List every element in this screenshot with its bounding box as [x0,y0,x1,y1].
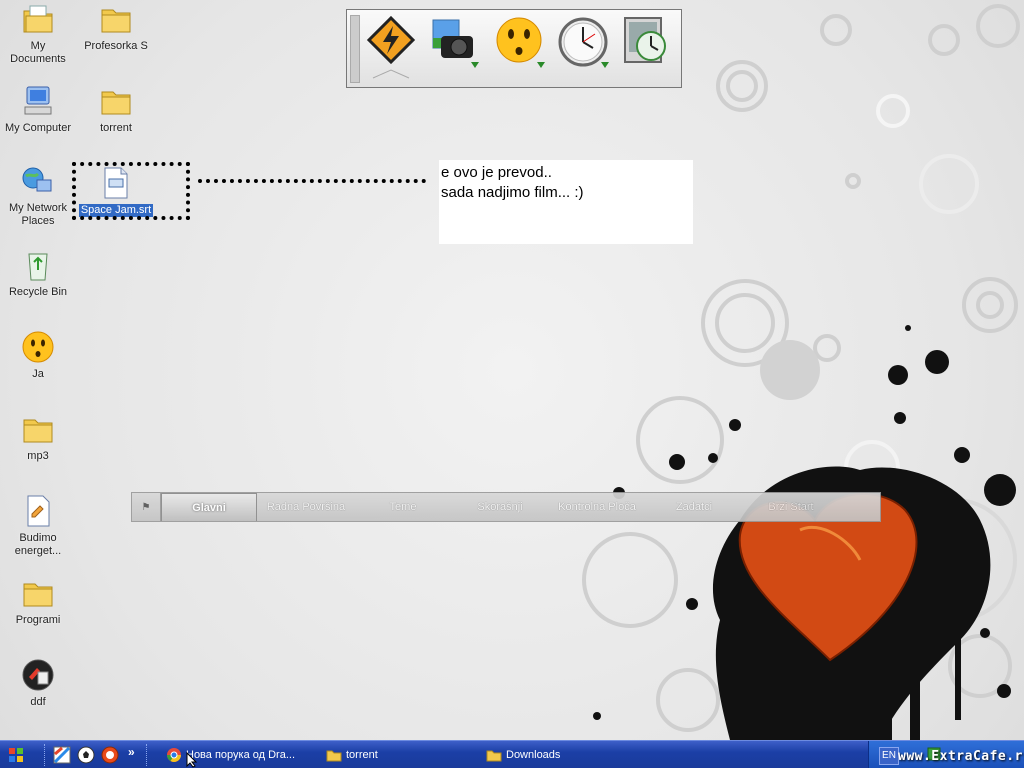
annotation-dotted-line [198,179,426,183]
desktop-icon-label: Profesorka S [84,40,148,52]
desktop-icon-recycle-bin[interactable]: Recycle Bin [0,248,76,299]
smiley-icon [22,331,54,363]
desktop-icon-label: Ja [32,368,44,380]
desktop-icon-label: Recycle Bin [8,286,68,298]
taskbar: » Нова порука од Dra... torrent Download… [0,740,1024,768]
task-button-torrent[interactable]: torrent [326,744,476,766]
desktop-icon-budimo-energet[interactable]: Budimo energet... [0,494,76,558]
tab-skorasnji[interactable]: Skorašnji [452,493,548,521]
camera-icon [432,19,479,68]
recycle-bin-icon [28,253,48,281]
language-indicator[interactable]: EN [879,747,899,765]
desktop-icon-label: Programi [15,614,61,626]
chrome-icon [167,748,181,762]
quicklaunch-chevron[interactable]: » [128,745,135,759]
desktop-icon-torrent[interactable]: torrent [78,84,154,135]
folder-icon [486,750,502,762]
smiley-icon [496,17,545,68]
annotation-dotted-box [72,162,190,220]
picasa-icon[interactable] [53,746,71,764]
tab-teme[interactable]: Teme [355,493,451,521]
desktop-icon-my-computer[interactable]: My Computer [0,84,76,135]
taskbar-separator [146,744,149,766]
desktop-icon-mp3[interactable]: mp3 [0,412,76,463]
note-line-1: e ovo je prevod.. [441,164,552,181]
dock-item-clock[interactable] [555,14,611,84]
desktop-icon-network-places[interactable]: My Network Places [0,164,76,228]
desktop-icon-label: My Network Places [8,202,68,227]
dock-item-winamp[interactable] [363,14,419,84]
folder-icon [23,583,53,607]
desktop-icon-label: mp3 [27,450,49,462]
folder-icon [23,419,53,443]
tab-zadatci[interactable]: Zadatci [646,493,742,521]
folder-icon [326,750,342,762]
task-label: Нова порука од Dra... [186,749,295,761]
folder-icon [101,91,131,115]
desktop-icon-label: torrent [100,122,132,134]
start-button-windows-icon[interactable] [8,747,24,763]
task-button-downloads[interactable]: Downloads [486,744,636,766]
desktop-icon-label: ddf [30,696,46,708]
program-icon [22,659,54,691]
winamp-icon [366,15,416,79]
tab-glavni[interactable]: Glavni [161,493,257,521]
browser-icon[interactable] [101,746,119,764]
network-places-icon [22,167,52,192]
tab-radna-povrsina[interactable]: Radna Površina [258,493,354,521]
dock-item-monitor-clock[interactable] [619,14,675,84]
tabbar-flag-icon[interactable]: ⚑ [132,493,161,521]
desktop-icon-ddf[interactable]: ddf [0,658,76,709]
task-label: Downloads [506,749,561,761]
clock-icon [558,17,609,68]
dock-item-camera[interactable] [427,14,483,84]
dock-handle[interactable] [350,15,360,83]
desktop-icon-label: Budimo energet... [14,532,62,557]
monitor-clock-icon [624,17,666,63]
desktop-icon-label: My Documents [10,40,66,65]
annotation-note: e ovo je prevod.. sada nadjimo film... :… [439,160,693,244]
my-documents-icon [23,5,53,33]
mouse-cursor-icon [186,752,198,768]
watermark-text: www.ExtraCafe.rs [898,749,1024,764]
document-icon [27,495,50,527]
desktop-icon-profesorka[interactable]: Profesorka S [78,2,154,53]
my-computer-icon [24,86,52,115]
desktop-icon-programi[interactable]: Programi [0,576,76,627]
folder-icon [101,9,131,33]
football-icon[interactable] [77,746,95,764]
task-label: torrent [346,749,378,761]
desktop-icon-ja[interactable]: Ja [0,330,76,381]
desktop-icon-label: My Computer [4,122,72,134]
dock-launcher [346,9,682,88]
desktop-icon-my-documents[interactable]: My Documents [0,2,76,66]
quick-tab-bar: ⚑ Glavni Radna Površina Teme Skorašnji K… [131,492,881,522]
dock-item-smiley[interactable] [491,14,547,84]
tab-kontrolna-ploca[interactable]: Kontrolna Ploča [549,493,645,521]
taskbar-separator [44,744,47,766]
tab-brzi-start[interactable]: Brzi Start [743,493,839,521]
note-line-2: sada nadjimo film... :) [441,184,584,201]
